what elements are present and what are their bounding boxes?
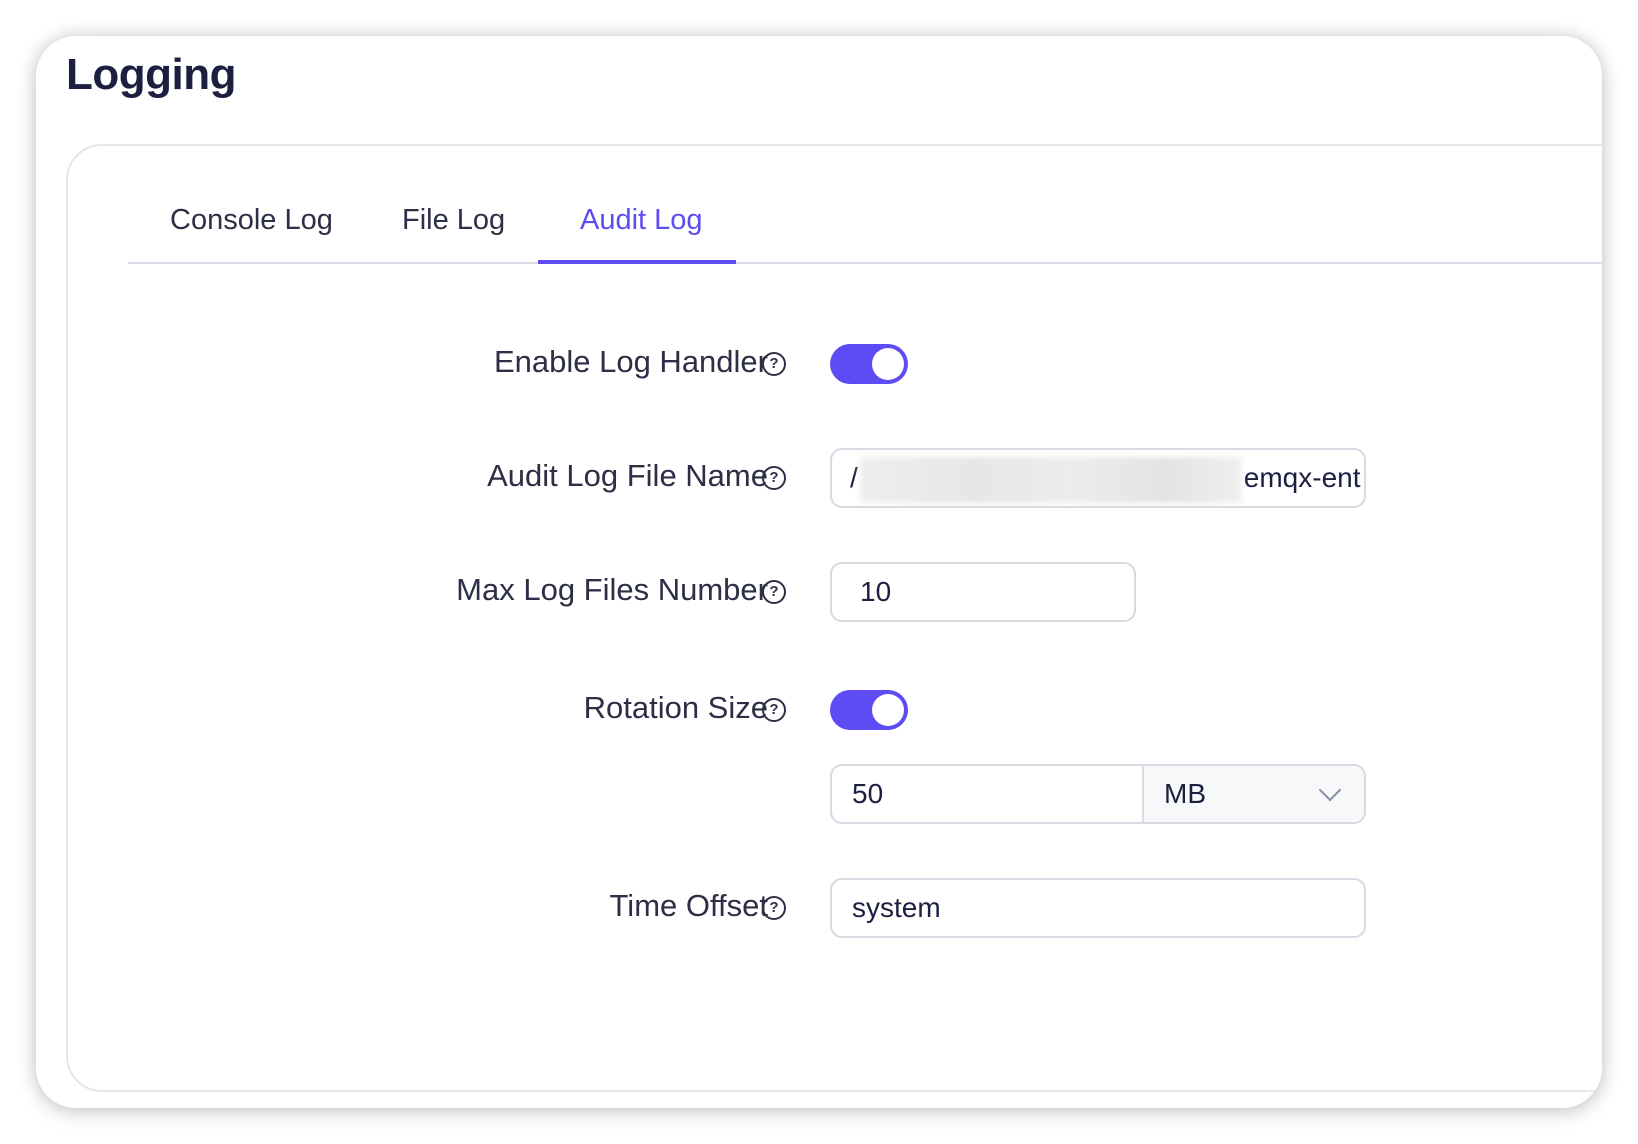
logging-window: Logging Console Log File Log Audit Log E… bbox=[36, 36, 1602, 1108]
toggle-knob bbox=[872, 694, 904, 726]
rotation-size-input[interactable]: 50 MB bbox=[830, 764, 1366, 824]
rotation-size-unit-value: MB bbox=[1164, 778, 1206, 809]
tab-audit-log[interactable]: Audit Log bbox=[580, 204, 703, 262]
tab-console-log[interactable]: Console Log bbox=[170, 204, 333, 262]
question-circle-icon[interactable]: ? bbox=[762, 896, 786, 920]
time-offset-label: Time Offset bbox=[609, 888, 768, 923]
max-log-files-number-label: Max Log Files Number bbox=[456, 572, 768, 607]
redacted-path-block bbox=[859, 456, 1242, 503]
audit-log-file-name-label: Audit Log File Name bbox=[487, 458, 768, 493]
enable-log-handler-toggle[interactable] bbox=[830, 344, 908, 384]
page-title: Logging bbox=[66, 50, 237, 99]
time-offset-input[interactable]: system bbox=[830, 878, 1366, 938]
max-log-files-number-input[interactable]: 10 bbox=[830, 562, 1136, 622]
file-name-prefix: / bbox=[850, 462, 858, 493]
logging-card: Console Log File Log Audit Log Enable Lo… bbox=[66, 144, 1602, 1092]
rotation-size-label: Rotation Size bbox=[583, 690, 768, 725]
question-circle-icon[interactable]: ? bbox=[762, 580, 786, 604]
tab-file-log[interactable]: File Log bbox=[402, 204, 505, 262]
active-tab-indicator bbox=[538, 260, 736, 264]
rotation-size-unit-select[interactable]: MB bbox=[1142, 766, 1364, 822]
enable-log-handler-label: Enable Log Handler bbox=[493, 344, 768, 379]
tab-bar: Console Log File Log Audit Log bbox=[128, 186, 1602, 264]
chevron-down-icon bbox=[1318, 778, 1342, 802]
question-circle-icon[interactable]: ? bbox=[762, 352, 786, 376]
toggle-knob bbox=[872, 348, 904, 380]
rotation-size-value: 50 bbox=[852, 778, 884, 809]
question-circle-icon[interactable]: ? bbox=[762, 698, 786, 722]
question-circle-icon[interactable]: ? bbox=[762, 466, 786, 490]
audit-log-file-name-input[interactable]: / emqx-ent bbox=[830, 448, 1366, 508]
file-name-suffix: emqx-ent bbox=[1243, 462, 1361, 493]
rotation-size-toggle[interactable] bbox=[830, 690, 908, 730]
